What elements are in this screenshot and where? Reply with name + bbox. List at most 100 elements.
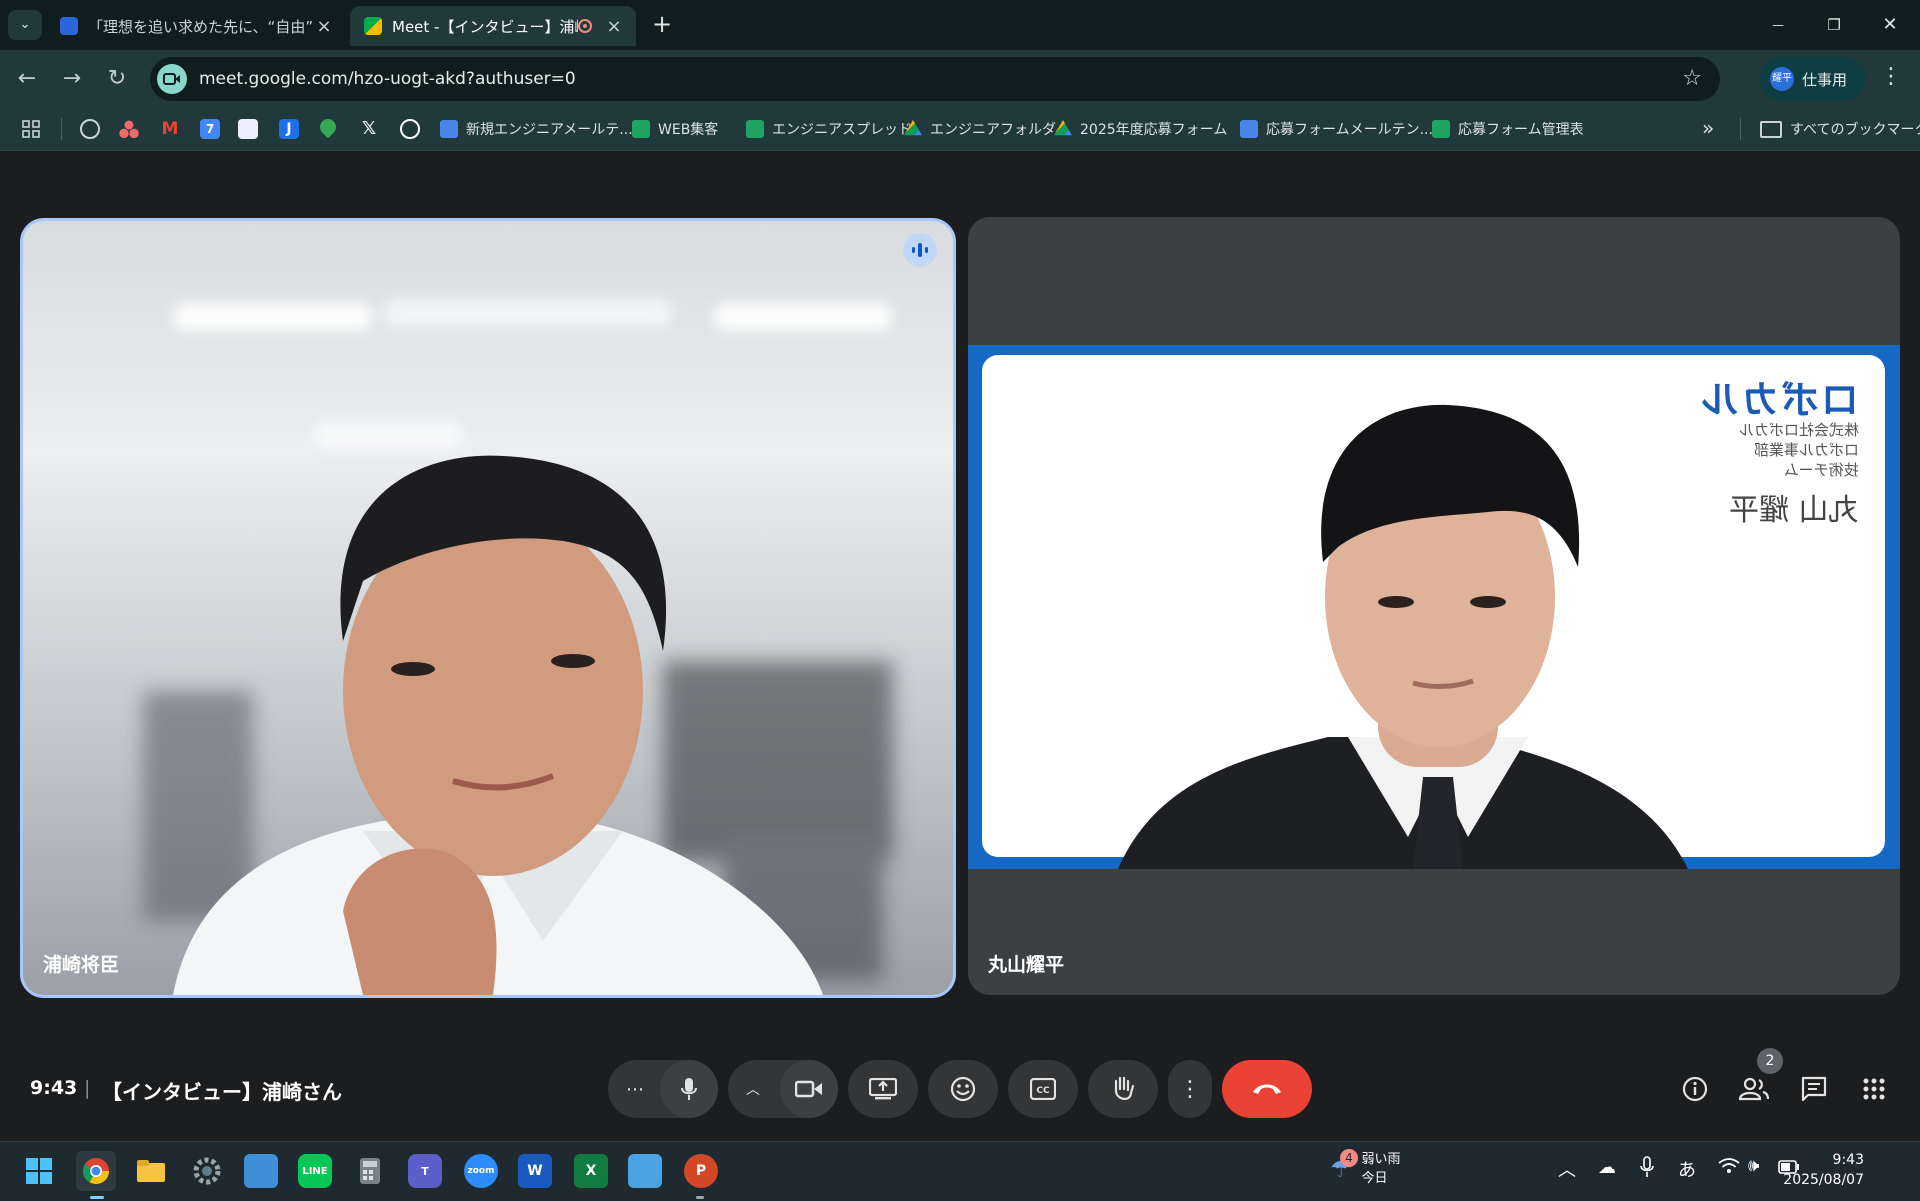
participant-name: 丸山耀平 xyxy=(988,954,1065,976)
start-icon[interactable] xyxy=(22,1154,56,1188)
end-call-button[interactable] xyxy=(1222,1060,1312,1118)
gmail-icon[interactable]: M xyxy=(160,119,180,139)
cloud-offline-icon[interactable]: ☁ xyxy=(1598,1157,1616,1178)
forward-icon[interactable]: → xyxy=(57,64,87,94)
camera-icon xyxy=(795,1080,822,1098)
participant-tile[interactable]: 浦崎将臣 xyxy=(20,218,956,998)
url-text: meet.google.com/hzo-uogt-akd?authuser=0 xyxy=(199,69,576,89)
wifi-icon[interactable] xyxy=(1718,1157,1740,1179)
bookmark-item[interactable]: 応募フォームメールテン... xyxy=(1240,116,1433,142)
show-hidden-icons-icon[interactable]: ︿ xyxy=(1558,1156,1576,1182)
bookmark-item[interactable]: エンジニアフォルダ xyxy=(904,116,1056,142)
video-options-button[interactable]: ︿ xyxy=(728,1060,838,1118)
reload-icon[interactable]: ↻ xyxy=(102,64,132,94)
captions-icon: CC xyxy=(1030,1078,1056,1100)
camera-site-icon[interactable] xyxy=(157,64,187,94)
apps-grid-icon[interactable] xyxy=(22,120,40,138)
globe-icon[interactable] xyxy=(80,119,100,139)
audio-options-button[interactable]: ⋯ xyxy=(608,1060,718,1118)
close-window-button[interactable]: ✕ xyxy=(1870,10,1910,40)
settings-icon[interactable] xyxy=(190,1154,224,1188)
weather-widget[interactable]: ☂ 4 弱い雨 今日 xyxy=(1330,1149,1401,1188)
bookmark-star-icon[interactable]: ☆ xyxy=(1682,66,1702,91)
close-tab-icon[interactable]: × xyxy=(604,16,624,37)
asana-icon[interactable] xyxy=(119,119,139,139)
divider xyxy=(61,118,62,140)
profile-button[interactable]: 耀平 仕事用 xyxy=(1760,57,1866,101)
umbrella-icon: ☂ 4 xyxy=(1330,1149,1358,1183)
sheets-icon xyxy=(746,120,764,138)
chrome-icon[interactable] xyxy=(76,1151,116,1191)
x-icon[interactable]: 𝕏 xyxy=(359,119,379,139)
new-tab-button[interactable]: + xyxy=(652,10,672,38)
explorer-icon[interactable] xyxy=(134,1154,168,1188)
all-bookmarks-folder[interactable]: すべてのブックマーク xyxy=(1760,116,1920,142)
weather-badge: 4 xyxy=(1340,1149,1358,1167)
reactions-button[interactable] xyxy=(928,1060,998,1118)
clock-time: 9:43 xyxy=(1832,1152,1864,1168)
participant-tile[interactable]: ロボカル 株式会社ロボカル ロボカル事業部 技術チーム 丸山 耀平 丸山耀平 xyxy=(968,217,1900,995)
weather-condition: 弱い雨 xyxy=(1361,1152,1401,1167)
control-panel-icon[interactable] xyxy=(244,1154,278,1188)
browser-menu-icon[interactable]: ⋮ xyxy=(1880,64,1902,89)
meeting-title: 【インタビュー】浦崎さん xyxy=(102,1080,342,1104)
bookmark-item[interactable]: 応募フォーム管理表 xyxy=(1432,116,1584,142)
tab-search-button[interactable]: ⌄ xyxy=(8,10,42,40)
minimize-button[interactable]: — xyxy=(1758,10,1798,40)
system-clock[interactable]: 9:43 2025/08/07 xyxy=(1783,1150,1864,1190)
raise-hand-button[interactable] xyxy=(1088,1060,1158,1118)
more-audio-icon[interactable]: ⋯ xyxy=(626,1079,644,1100)
restore-button[interactable]: ❐ xyxy=(1814,10,1854,40)
chatgpt-icon[interactable] xyxy=(400,119,420,139)
site-favicon-icon xyxy=(60,17,78,35)
tab-strip: ⌄ 「理想を追い求めた先に、“自由”と × Meet -【インタビュー】浦崎さん… xyxy=(0,0,1920,50)
windows-taskbar: LINE T zoom W X P ☂ 4 弱い雨 今日 ︿ ☁ あ 🕪 9:4… xyxy=(0,1141,1920,1201)
tab-meet[interactable]: Meet -【インタビュー】浦崎さん × xyxy=(350,6,636,46)
close-tab-icon[interactable]: × xyxy=(314,16,334,37)
chevron-up-icon[interactable]: ︿ xyxy=(746,1079,760,1099)
zoom-icon[interactable]: zoom xyxy=(464,1154,498,1188)
chat-icon[interactable] xyxy=(1797,1072,1831,1106)
bookmark-item[interactable]: WEB集客 xyxy=(632,116,718,142)
camera-button[interactable] xyxy=(780,1060,838,1118)
calendar-icon[interactable]: 7 xyxy=(200,119,220,139)
drive-icon xyxy=(1054,120,1072,136)
jira-icon[interactable]: J xyxy=(279,119,299,139)
meeting-clock: 9:43 xyxy=(30,1077,78,1099)
address-bar[interactable]: meet.google.com/hzo-uogt-akd?authuser=0 … xyxy=(150,57,1720,101)
ime-indicator[interactable]: あ xyxy=(1678,1156,1696,1182)
bookmark-item[interactable]: 2025年度応募フォーム xyxy=(1054,116,1227,142)
profile-label: 仕事用 xyxy=(1802,70,1848,89)
microphone-icon xyxy=(681,1078,697,1100)
bookmark-item[interactable]: 新規エンジニアメールテ... xyxy=(440,116,633,142)
mic-tray-icon[interactable] xyxy=(1640,1156,1654,1182)
maps-pin-icon[interactable] xyxy=(316,115,340,139)
active-indicator xyxy=(90,1196,104,1199)
notion-book-icon[interactable] xyxy=(238,119,258,139)
participant-name: 浦崎将臣 xyxy=(43,954,120,976)
people-icon[interactable] xyxy=(1737,1072,1771,1106)
tab-title: Meet -【インタビュー】浦崎さん xyxy=(392,17,578,36)
activities-grid-icon[interactable] xyxy=(1857,1072,1891,1106)
teams-icon[interactable]: T xyxy=(408,1154,442,1188)
more-vert-icon: ⋮ xyxy=(1179,1076,1201,1102)
line-icon[interactable]: LINE xyxy=(298,1154,332,1188)
present-button[interactable] xyxy=(848,1060,918,1118)
microphone-button[interactable] xyxy=(660,1060,718,1118)
captions-button[interactable]: CC xyxy=(1008,1060,1078,1118)
powerpoint-icon[interactable]: P xyxy=(684,1154,718,1188)
volume-icon[interactable]: 🕪 xyxy=(1748,1155,1759,1176)
meeting-info-icon[interactable] xyxy=(1678,1072,1712,1106)
bookmark-item[interactable]: エンジニアスプレッド xyxy=(746,116,912,142)
more-bookmarks-icon[interactable]: » xyxy=(1702,116,1714,140)
notepad-icon[interactable] xyxy=(628,1154,662,1188)
docs-icon xyxy=(440,120,458,138)
tab-article[interactable]: 「理想を追い求めた先に、“自由”と × xyxy=(46,6,346,46)
more-options-button[interactable]: ⋮ xyxy=(1168,1060,1212,1118)
calculator-icon[interactable] xyxy=(353,1154,387,1188)
word-icon[interactable]: W xyxy=(518,1154,552,1188)
excel-icon[interactable]: X xyxy=(574,1154,608,1188)
back-icon[interactable]: ← xyxy=(12,64,42,94)
participant-video xyxy=(1118,404,1688,869)
participant-count-badge: 2 xyxy=(1757,1048,1783,1074)
